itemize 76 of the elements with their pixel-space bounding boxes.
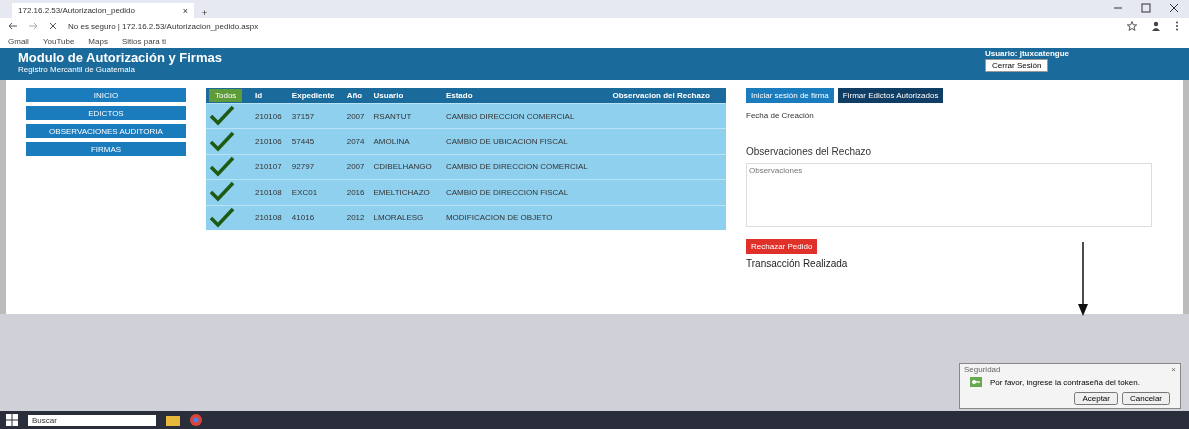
table-cell: MODIFICACION DE OBJETO — [445, 213, 553, 223]
table-cell: 92797 — [291, 162, 315, 172]
check-icon[interactable] — [209, 205, 235, 228]
person-icon[interactable] — [1151, 21, 1161, 31]
observations-label: Observaciones del Rechazo — [746, 146, 872, 157]
table-cell: RSANTUT — [373, 111, 412, 121]
column-header: Id — [252, 88, 289, 104]
sidebar-item[interactable]: FIRMAS — [26, 142, 186, 156]
star-icon[interactable] — [1127, 21, 1137, 31]
table-cell: 2007 — [346, 162, 365, 172]
column-header: Expediente — [288, 88, 344, 104]
start-signing-button[interactable]: Iniciar sesión de firma — [746, 88, 834, 103]
folder-icon[interactable] — [166, 414, 180, 426]
check-icon[interactable] — [209, 154, 235, 177]
column-header: Usuario — [370, 88, 443, 104]
sign-button[interactable]: Firmar Edictos Autorizados — [837, 88, 944, 103]
table-cell: 210108 — [255, 187, 282, 197]
browser-icon[interactable] — [190, 414, 202, 426]
bookmark-link[interactable]: Maps — [88, 36, 108, 46]
table-cell: 37157 — [291, 111, 315, 121]
address-bar[interactable]: No es seguro | 172.16.2.53/Autorizacion_pedido.aspx — [68, 21, 259, 31]
taskbar-search-field[interactable]: Buscar — [28, 414, 156, 426]
dialog-button[interactable]: Aceptar — [1074, 392, 1118, 405]
app-title: Modulo de Autorización y Firmas — [18, 49, 222, 65]
table-cell: CAMBIO DIRECCION COMERCIAL — [445, 111, 575, 121]
user-label: Usuario: jtuxcatengue — [985, 49, 1069, 58]
bookmark-link[interactable]: Sitios para ti — [121, 36, 166, 46]
dialog-message: Por favor, ingrese la contraseña del token. — [990, 377, 1140, 387]
table-cell: CAMBIO DE UBICACION FISCAL — [445, 137, 568, 147]
dialog-close-button[interactable]: × — [1171, 365, 1176, 374]
app-subtitle: Registro Mercantil de Guatemala — [18, 65, 136, 74]
menu-icon[interactable] — [1175, 21, 1179, 31]
reject-button[interactable]: Rechazar Pedido — [746, 239, 818, 254]
table-cell: LMORALESG — [373, 213, 424, 223]
table-cell: AMOLINA — [373, 137, 410, 147]
browser-tab[interactable]: 172.16.2.53/Autorizacion_pedido × — [12, 3, 194, 18]
table-cell: 210107 — [255, 162, 282, 172]
bookmark-link[interactable]: YouTube — [42, 36, 75, 46]
bookmark-link[interactable]: Gmail — [8, 36, 29, 46]
dialog-title: Seguridad — [964, 365, 1001, 374]
date-label: Fecha de Creación — [746, 111, 814, 120]
column-header: Estado — [442, 88, 610, 104]
table-cell: 2007 — [346, 111, 365, 121]
table-cell: 2012 — [346, 213, 365, 223]
close-icon[interactable] — [1169, 2, 1179, 13]
table-cell: 57445 — [291, 137, 315, 147]
back-icon[interactable] — [8, 21, 18, 31]
sidebar-item[interactable]: EDICTOS — [26, 106, 186, 120]
sidebar-item[interactable]: OBSERVACIONES AUDITORIA — [26, 124, 186, 138]
observations-field[interactable]: Observaciones — [746, 163, 1152, 227]
new-tab-button[interactable]: + — [202, 8, 208, 18]
windows-icon[interactable] — [6, 414, 18, 426]
table-cell: 210106 — [255, 111, 282, 121]
sidebar-item[interactable]: INICIO — [26, 88, 186, 102]
table-cell: 2016 — [346, 187, 365, 197]
table-cell: CDIBELHANGO — [373, 162, 432, 172]
status-message: Transacción Realizada — [746, 258, 848, 269]
maximize-icon[interactable] — [1141, 2, 1151, 13]
logout-button[interactable]: Cerrar Sesión — [985, 59, 1049, 72]
check-icon[interactable] — [209, 180, 235, 203]
table-cell: CAMBIO DE DIRECCION COMERCIAL — [445, 162, 588, 172]
check-icon[interactable] — [209, 104, 235, 127]
table-cell: 210106 — [255, 137, 282, 147]
table-cell: 2074 — [346, 137, 365, 147]
table-cell: EXC01 — [291, 187, 318, 197]
tab-close-button[interactable]: × — [182, 5, 188, 16]
dialog-button[interactable]: Cancelar — [1122, 392, 1170, 405]
column-header: Año — [343, 88, 371, 104]
table-cell: EMELTICHAZO — [373, 187, 430, 197]
table-cell: 210108 — [255, 213, 282, 223]
table-cell: 41016 — [291, 213, 315, 223]
column-header: Observacion del Rechazo — [609, 88, 726, 104]
check-icon[interactable] — [209, 129, 235, 152]
table-cell: CAMBIO DE DIRECCION FISCAL — [445, 187, 569, 197]
close-icon[interactable] — [48, 21, 58, 31]
key-icon — [970, 377, 982, 387]
